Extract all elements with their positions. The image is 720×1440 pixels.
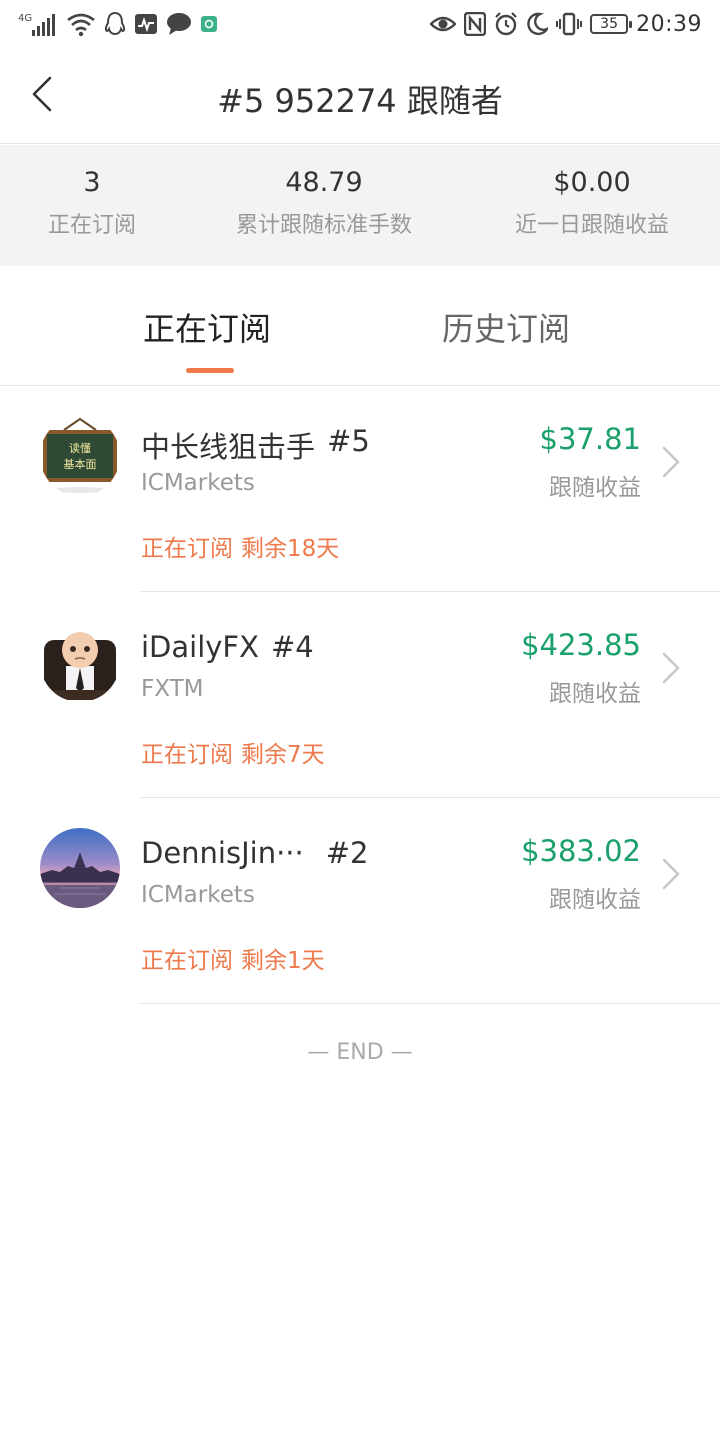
landscape-avatar-icon <box>40 828 120 908</box>
vibrate-icon <box>556 10 583 38</box>
status-bar-left: 4G <box>18 8 218 40</box>
trader-name-text: DennisJin··· <box>141 836 304 870</box>
trader-name-text: iDailyFX <box>141 630 259 664</box>
remaining-days: 剩余18天 <box>241 536 340 562</box>
stat-subscribing: 3 正在订阅 <box>38 165 146 241</box>
status-text: 正在订阅 <box>141 536 233 562</box>
network-type: 4G <box>18 13 32 24</box>
tab-bar: 正在订阅 历史订阅 <box>0 266 720 386</box>
trader-name: iDailyFX #4 <box>141 630 314 664</box>
stat-subscribing-value: 3 <box>83 167 101 198</box>
stat-total-lots-label: 累计跟随标准手数 <box>235 213 412 238</box>
svg-text:读懂: 读懂 <box>69 441 91 455</box>
chalkboard-avatar-icon: 读懂 基本面 <box>40 416 120 496</box>
follow-profit-value: $383.02 <box>521 834 641 868</box>
remaining-days: 剩余7天 <box>241 742 325 768</box>
subscription-row[interactable]: DennisJin··· #2 ICMarkets 正在订阅 剩余1天 $383.… <box>0 798 720 1004</box>
signal-icon: 4G <box>18 10 58 38</box>
qq-icon <box>104 10 126 38</box>
tab-active-indicator <box>186 368 234 373</box>
broker-name: ICMarkets <box>141 470 255 496</box>
chevron-right-icon <box>660 650 682 686</box>
stat-subscribing-label: 正在订阅 <box>47 213 136 238</box>
stat-total-lots-value: 48.79 <box>285 167 363 198</box>
trader-number: #2 <box>325 836 369 870</box>
remaining-days: 剩余1天 <box>241 948 325 974</box>
eye-icon <box>430 10 457 38</box>
battery-icon: 35 <box>590 14 633 34</box>
follow-profit-value: $37.81 <box>539 422 641 456</box>
tab-subscribing[interactable]: 正在订阅 <box>143 304 271 350</box>
follow-profit-label: 跟随收益 <box>549 681 641 707</box>
follow-profit-value: $423.85 <box>521 628 641 662</box>
moon-icon <box>526 10 549 38</box>
status-text: 正在订阅 <box>141 948 233 974</box>
alarm-icon <box>494 10 518 38</box>
row-divider <box>140 1003 720 1004</box>
chevron-right-icon <box>660 856 682 892</box>
summary-panel: 3 正在订阅 48.79 累计跟随标准手数 $0.00 近一日跟随收益 <box>0 145 720 266</box>
status-time: 20:39 <box>636 11 702 37</box>
subscription-status: 正在订阅 剩余1天 <box>141 941 325 975</box>
subscription-status: 正在订阅 剩余7天 <box>141 735 325 769</box>
trader-name: DennisJin··· #2 <box>141 836 369 870</box>
status-bar-right: 35 20:39 <box>430 8 702 40</box>
follow-profit-label: 跟随收益 <box>549 887 641 913</box>
subscription-row[interactable]: iDailyFX #4 FXTM 正在订阅 剩余7天 $423.85 跟随收益 <box>0 592 720 798</box>
status-text: 正在订阅 <box>141 742 233 768</box>
stat-daily-profit: $0.00 近一日跟随收益 <box>502 165 682 241</box>
svg-text:基本面: 基本面 <box>64 457 97 471</box>
baby-boss-avatar-icon <box>40 622 120 702</box>
tab-history[interactable]: 历史订阅 <box>442 304 570 350</box>
activity-icon <box>134 10 158 38</box>
wifi-icon <box>66 10 96 38</box>
trader-name: 中长线狙击手 #5 <box>141 424 370 466</box>
chevron-right-icon <box>660 444 682 480</box>
page-title: #5 952274 跟随者 <box>217 82 503 120</box>
status-bar: 4G 35 20:39 <box>0 0 720 48</box>
nfc-icon <box>464 10 487 38</box>
stat-total-lots: 48.79 累计跟随标准手数 <box>222 165 426 241</box>
header: #5 952274 跟随者 <box>0 48 720 144</box>
chat-icon <box>166 10 192 38</box>
list-end-marker: — END — <box>307 1040 413 1065</box>
subscription-status: 正在订阅 剩余18天 <box>141 529 339 563</box>
broker-name: ICMarkets <box>141 882 255 908</box>
stat-daily-profit-label: 近一日跟随收益 <box>514 213 669 238</box>
trader-number: #4 <box>270 630 314 664</box>
follow-profit-label: 跟随收益 <box>549 475 641 501</box>
broker-name: FXTM <box>141 676 204 702</box>
stat-daily-profit-value: $0.00 <box>553 167 631 198</box>
trader-name-text: 中长线狙击手 <box>141 430 316 464</box>
trader-number: #5 <box>327 424 370 458</box>
app-icon <box>200 10 218 38</box>
battery-level: 35 <box>600 16 618 32</box>
subscription-row[interactable]: 读懂 基本面 中长线狙击手 #5 ICMarkets 正在订阅 剩余18天 $37… <box>0 386 720 592</box>
